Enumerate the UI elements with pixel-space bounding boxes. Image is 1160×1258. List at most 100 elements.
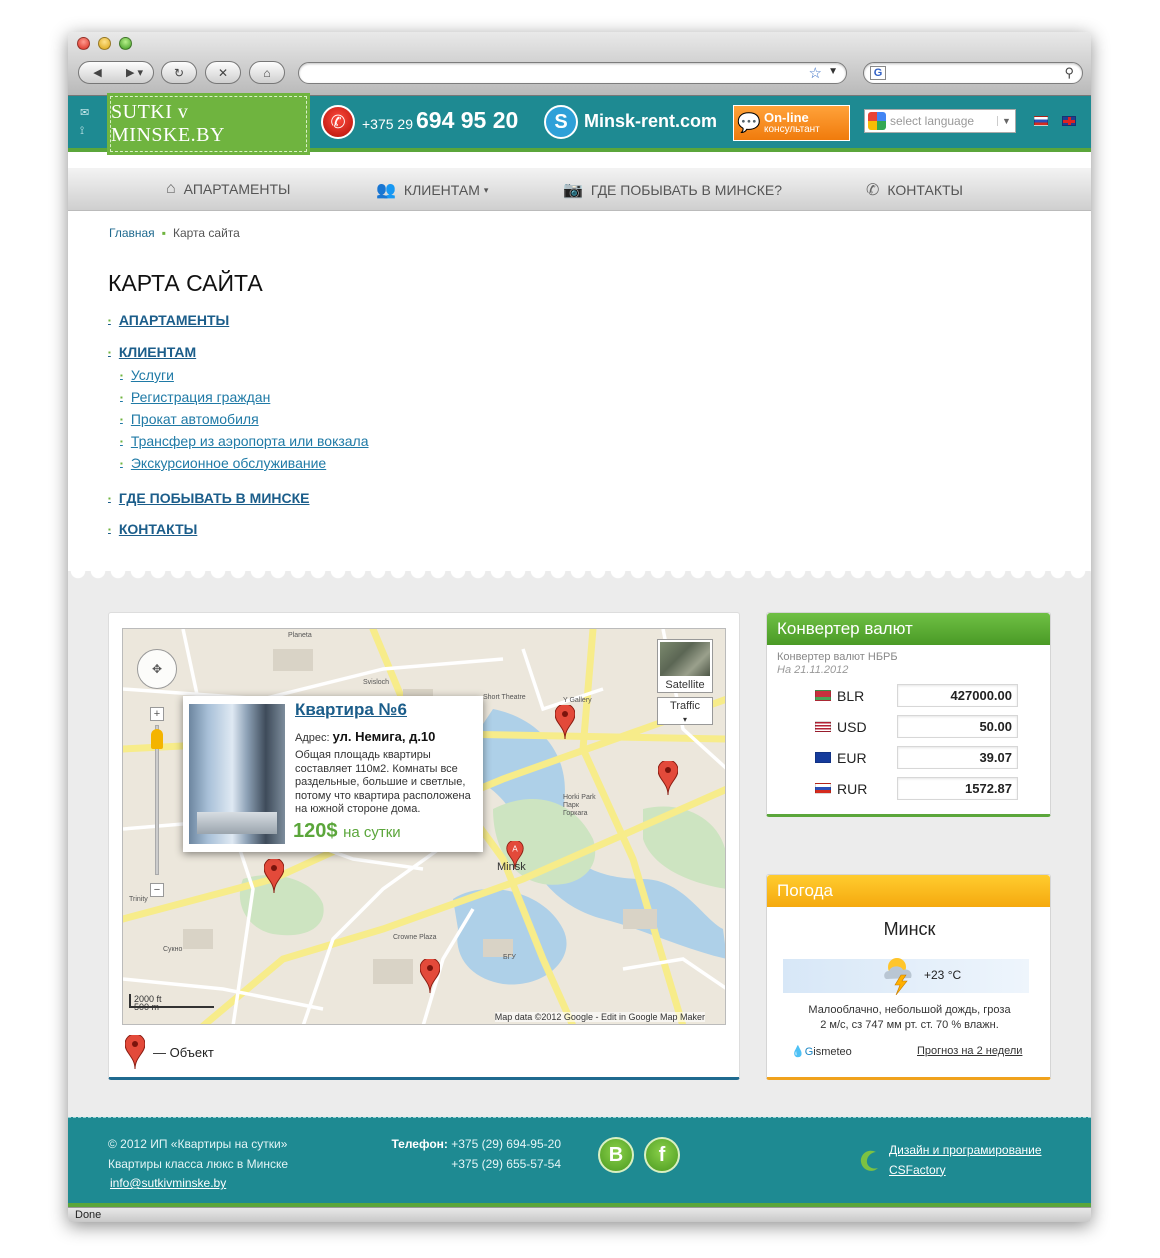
sitemap-registration-link[interactable]: Регистрация граждан: [120, 389, 270, 405]
forecast-link[interactable]: Прогноз на 2 недели: [917, 1045, 1022, 1057]
bookmark-star-icon[interactable]: ☆: [809, 64, 822, 82]
minimize-window-button[interactable]: [98, 37, 111, 50]
google-map[interactable]: Planeta Svisloch Short Theatre Y Gallery Ho…: [122, 628, 726, 1025]
back-forward-buttons[interactable]: ◀ ▶ ▾: [78, 61, 154, 84]
sitemap-apartments-link[interactable]: АПАРТАМЕНТЫ: [108, 312, 229, 328]
google-translate-icon: [868, 112, 886, 130]
zoom-in-button[interactable]: +: [150, 707, 164, 721]
map-city-label: Minsk: [497, 861, 526, 873]
legend-label: — Объект: [153, 1044, 214, 1060]
satellite-button[interactable]: Satellite: [657, 639, 713, 693]
converter-title: Конвертер валют: [767, 613, 1050, 645]
header-shortcut-icons: ✉ ⟟: [80, 104, 89, 140]
svg-text:Svisloch: Svisloch: [363, 679, 389, 686]
users-icon: 👥: [376, 182, 396, 199]
stop-icon: ✕: [217, 65, 229, 80]
gismeteo-logo[interactable]: 💧Gismeteo: [791, 1045, 852, 1058]
weather-widget: Погода Минск +23 °C Малооблачно, небольш…: [766, 874, 1051, 1080]
breadcrumb-home-link[interactable]: Главная: [109, 226, 155, 240]
gismeteo-name: ismeteo: [813, 1046, 852, 1058]
weather-title: Погода: [767, 875, 1050, 907]
address-bar[interactable]: ☆ ▼: [298, 62, 847, 84]
svg-text:Trinity: Trinity: [129, 896, 148, 903]
svg-text:Парк: Парк: [563, 802, 580, 809]
nav-apartments-label: АПАРТАМЕНТЫ: [183, 181, 291, 197]
nav-contacts[interactable]: ✆ КОНТАКТЫ: [866, 180, 963, 200]
sitemap-car-rental-link[interactable]: Прокат автомобиля: [120, 411, 259, 427]
chevron-down-icon: ▼: [997, 116, 1015, 126]
street-view-pegman-icon[interactable]: [151, 729, 163, 749]
traffic-button[interactable]: Traffic ▾: [657, 697, 713, 725]
main-navigation: ⌂ АПАРТАМЕНТЫ 👥 КЛИЕНТАМ ▾ 📷 ГДЕ ПОБЫВАТ…: [68, 168, 1091, 211]
svg-text:Crowne Plaza: Crowne Plaza: [393, 934, 437, 941]
breadcrumb-separator: ▪: [161, 226, 166, 240]
sitemap-icon[interactable]: ⟟: [80, 122, 89, 140]
back-icon[interactable]: ◀: [79, 66, 116, 79]
apartment-description: Общая площадь квартиры составляет 110м2.…: [295, 749, 471, 815]
currency-value-input[interactable]: 427000.00: [897, 684, 1018, 707]
reload-button[interactable]: ↻: [161, 61, 197, 84]
copyright-line: © 2012 ИП «Квартиры на сутки»: [108, 1137, 288, 1151]
close-window-button[interactable]: [77, 37, 90, 50]
csfactory-link[interactable]: CSFactory: [889, 1161, 1042, 1181]
currency-value-input[interactable]: 1572.87: [897, 777, 1018, 800]
nav-contacts-label: КОНТАКТЫ: [887, 182, 963, 198]
sitemap-excursion-link[interactable]: Экскурсионное обслуживание: [120, 455, 326, 471]
weather-band: +23 °C: [783, 958, 1029, 995]
home-button[interactable]: ⌂: [249, 61, 285, 84]
weather-description: Малооблачно, небольшой дождь, гроза 2 м/…: [767, 1003, 1052, 1033]
search-icon[interactable]: ⚲: [1064, 65, 1074, 81]
map-marker-icon[interactable]: [555, 705, 575, 739]
zoom-window-button[interactable]: [119, 37, 132, 50]
online-consultant-button[interactable]: 💬 On-line консультант: [733, 105, 850, 141]
history-dropdown-icon[interactable]: ▼: [828, 66, 838, 77]
sitemap-clients-link[interactable]: КЛИЕНТАМ: [108, 344, 196, 360]
sitemap-places-link[interactable]: ГДЕ ПОБЫВАТЬ В МИНСКЕ: [108, 490, 310, 506]
mail-icon[interactable]: ✉: [80, 104, 89, 122]
site-logo[interactable]: SUTKI v MINSKE.BY: [107, 93, 310, 155]
map-attribution[interactable]: Map data ©2012 Google - Edit in Google M…: [494, 1012, 705, 1022]
site-footer: © 2012 ИП «Квартиры на сутки» Квартиры к…: [68, 1117, 1091, 1207]
weather-details: 2 м/с, сз 747 мм рт. ст. 70 % влажн.: [820, 1019, 999, 1031]
nav-clients[interactable]: 👥 КЛИЕНТАМ ▾: [376, 180, 488, 200]
apartment-photo[interactable]: [189, 704, 285, 844]
chat-bubble-icon: 💬: [737, 113, 761, 134]
search-bar[interactable]: G ⚲: [863, 62, 1083, 84]
online-label: On-line: [764, 109, 809, 125]
map-pan-control[interactable]: ✥: [137, 649, 177, 689]
skype-site-link[interactable]: Minsk-rent.com: [584, 111, 717, 132]
english-flag-icon[interactable]: [1062, 116, 1076, 126]
sitemap-contacts-link[interactable]: КОНТАКТЫ: [108, 521, 197, 537]
phone-code: +375 29: [362, 116, 413, 132]
csfactory-logo-icon: [860, 1150, 878, 1171]
map-marker-icon[interactable]: [264, 859, 284, 893]
google-search-icon[interactable]: G: [870, 66, 886, 80]
nav-apartments[interactable]: ⌂ АПАРТАМЕНТЫ: [166, 180, 290, 198]
forward-icon[interactable]: ▶ ▾: [116, 66, 153, 79]
map-marker-icon[interactable]: [420, 959, 440, 993]
currency-value-input[interactable]: 50.00: [897, 715, 1018, 738]
zoom-out-button[interactable]: −: [150, 883, 164, 897]
facebook-icon[interactable]: f: [644, 1137, 680, 1173]
map-legend: — Объект: [125, 1035, 214, 1069]
home-icon: ⌂: [166, 180, 176, 197]
footer-email-link[interactable]: info@sutkivminske.by: [110, 1176, 226, 1190]
language-select[interactable]: select language ▼: [864, 109, 1016, 133]
footer-phone-1: +375 (29) 694-95-20: [451, 1137, 561, 1151]
sitemap-transfer-link[interactable]: Трансфер из аэропорта или вокзала: [120, 433, 369, 449]
stop-button[interactable]: ✕: [205, 61, 241, 84]
currency-code: BLR: [837, 687, 865, 704]
phone-label: Телефон:: [391, 1137, 448, 1151]
nav-places[interactable]: 📷 ГДЕ ПОБЫВАТЬ В МИНСКЕ?: [563, 180, 782, 200]
design-link[interactable]: Дизайн и програмирование: [889, 1141, 1042, 1161]
russian-flag-icon[interactable]: [1034, 116, 1048, 126]
currency-row: USD 50.00: [815, 715, 1018, 738]
vkontakte-icon[interactable]: B: [598, 1137, 634, 1173]
sitemap-services-link[interactable]: Услуги: [120, 367, 174, 383]
currency-value-input[interactable]: 39.07: [897, 746, 1018, 769]
address-value: ул. Немига, д.10: [332, 729, 436, 744]
apartment-title-link[interactable]: Квартира №6: [295, 700, 407, 720]
russia-flag-icon: [815, 783, 831, 794]
currency-converter-widget: Конвертер валют Конвертер валют НБРБ На …: [766, 612, 1051, 817]
map-marker-icon[interactable]: [658, 761, 678, 795]
